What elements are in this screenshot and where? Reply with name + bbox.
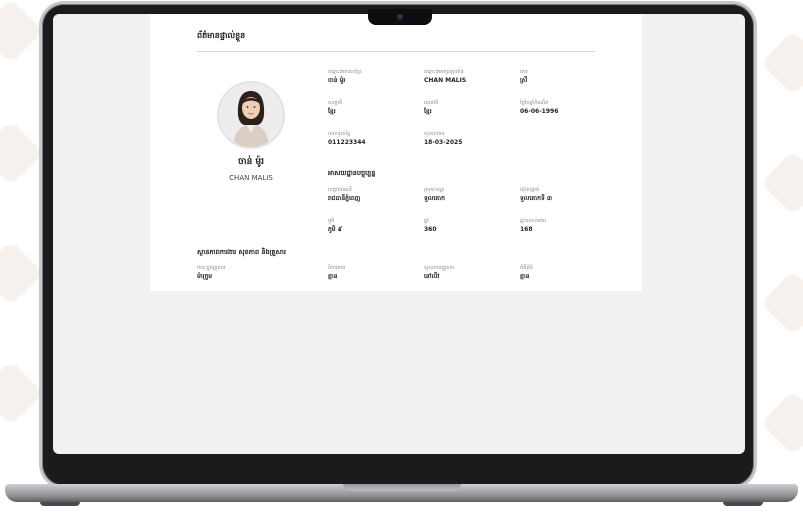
field-district: ស្រុក/ខណ្ឌ ទួលគោក: [424, 187, 445, 203]
field-label: សញ្ជាតិ: [328, 100, 343, 106]
background-motif-right-4: [760, 390, 803, 456]
field-value: គ្មាន: [328, 273, 338, 280]
background-motif-right-2: [760, 150, 803, 216]
field-value: 168: [520, 226, 533, 233]
laptop-screen: ព័ត៌មានផ្ទាល់ខ្លួន ចាន់ ម៉ូរ CHAN MALIS …: [53, 14, 745, 454]
field-label: ជំងឺរ៉ាំរ៉ៃ: [520, 265, 533, 271]
background-motif-right-3: [760, 270, 803, 336]
field-label: ស្ថានភាពគ្រួសារ: [424, 265, 455, 271]
field-label: ពិការភាព: [328, 265, 346, 271]
field-label: ខេត្ត/រាជធានី: [328, 187, 352, 193]
field-disability: ពិការភាព គ្មាន: [328, 265, 345, 281]
field-value: ស្រី: [520, 77, 528, 84]
field-nationality: សញ្ជាតិ ខ្មែរ: [328, 100, 342, 116]
field-label: ឈ្មោះជាអក្សរឡាតាំង: [424, 69, 464, 75]
field-value: CHAN MALIS: [424, 77, 467, 84]
field-street: ផ្លូវ 360: [424, 218, 437, 234]
field-value: ភូមិ ៩: [328, 226, 342, 233]
field-commune: ឃុំ/សង្កាត់ ទួលគោកទី ៣: [520, 187, 552, 203]
person-photo-icon: [219, 83, 283, 147]
profile-name-khmer: ចាន់ ម៉ូរ: [238, 157, 264, 167]
field-value: នៅលីវ: [424, 273, 440, 280]
field-name-latin: ឈ្មោះជាអក្សរឡាតាំង CHAN MALIS: [424, 69, 466, 85]
title-divider: [197, 51, 595, 52]
background-motif-left-1: [0, 0, 44, 64]
field-value: 360: [424, 226, 437, 233]
background-motif-left-3: [0, 240, 44, 306]
field-label: ឃុំ/សង្កាត់: [520, 187, 540, 193]
field-value: ខ្មែរ: [328, 108, 336, 115]
field-label: ឈ្មោះជាភាសាខ្មែរ: [328, 69, 362, 75]
profile-page: ព័ត៌មានផ្ទាល់ខ្លួន ចាន់ ម៉ូរ CHAN MALIS …: [150, 14, 642, 291]
field-label: ថ្ងៃខែឆ្នាំកំណើត: [520, 100, 549, 106]
field-phone: លេខទូរស័ព្ទ 011223344: [328, 131, 366, 147]
laptop-opening-notch: [343, 484, 461, 491]
field-label: ភូមិ: [328, 218, 335, 224]
camera-notch: [368, 9, 432, 25]
field-value: ម៉ាក្រូម: [197, 273, 213, 280]
field-house-number: ផ្ទះលេខ/អគារ 168: [520, 218, 546, 234]
field-label: សុពលភាព: [424, 131, 445, 137]
field-value: ទួលគោកទី ៣: [520, 195, 552, 202]
field-household-status: ឋានៈក្នុងគ្រួសារ ម៉ាក្រូម: [197, 265, 225, 281]
field-validity: សុពលភាព 18-03-2025: [424, 131, 462, 147]
family-section-title: ស្ថានភាពការងារ សុខភាព និងគ្រួសារ: [197, 248, 286, 256]
field-value: 06-06-1996: [520, 108, 559, 115]
field-value: ចាន់ ម៉ូរ: [328, 77, 346, 84]
laptop-foot-left: [40, 502, 80, 506]
field-value: រាជធានីភ្នំពេញ: [328, 195, 361, 202]
field-date-of-birth: ថ្ងៃខែឆ្នាំកំណើត 06-06-1996: [520, 100, 558, 116]
field-label: ឋានៈក្នុងគ្រួសារ: [197, 265, 226, 271]
field-value: គ្មាន: [520, 273, 530, 280]
field-value: ខ្មែរ: [424, 108, 432, 115]
field-chronic-illness: ជំងឺរ៉ាំរ៉ៃ គ្មាន: [520, 265, 533, 281]
field-name-khmer: ឈ្មោះជាភាសាខ្មែរ ចាន់ ម៉ូរ: [328, 69, 362, 85]
field-value: 011223344: [328, 139, 366, 146]
field-label: ស្រុក/ខណ្ឌ: [424, 187, 445, 193]
laptop-foot-right: [723, 502, 763, 506]
field-label: ជនជាតិ: [424, 100, 439, 106]
field-ethnicity: ជនជាតិ ខ្មែរ: [424, 100, 438, 116]
profile-name-latin: CHAN MALIS: [229, 174, 273, 182]
field-label: ផ្លូវ: [424, 218, 429, 224]
field-village: ភូមិ ភូមិ ៩: [328, 218, 342, 234]
field-label: ភេទ: [520, 69, 528, 75]
field-value: 18-03-2025: [424, 139, 463, 146]
field-gender: ភេទ ស្រី: [520, 69, 528, 85]
field-marital-status: ស្ថានភាពគ្រួសារ នៅលីវ: [424, 265, 454, 281]
field-label: ផ្ទះលេខ/អគារ: [520, 218, 547, 224]
field-province: ខេត្ត/រាជធានី រាជធានីភ្នំពេញ: [328, 187, 360, 203]
camera-icon: [397, 14, 403, 20]
avatar: [217, 81, 285, 149]
field-label: លេខទូរស័ព្ទ: [328, 131, 351, 137]
field-value: ទួលគោក: [424, 195, 445, 202]
background-motif-right-1: [760, 30, 803, 96]
page-title: ព័ត៌មានផ្ទាល់ខ្លួន: [197, 31, 246, 40]
background-motif-left-2: [0, 120, 44, 186]
background-motif-left-4: [0, 360, 44, 426]
address-section-title: អាសយដ្ឋានបច្ចុប្បន្ន: [328, 169, 376, 177]
